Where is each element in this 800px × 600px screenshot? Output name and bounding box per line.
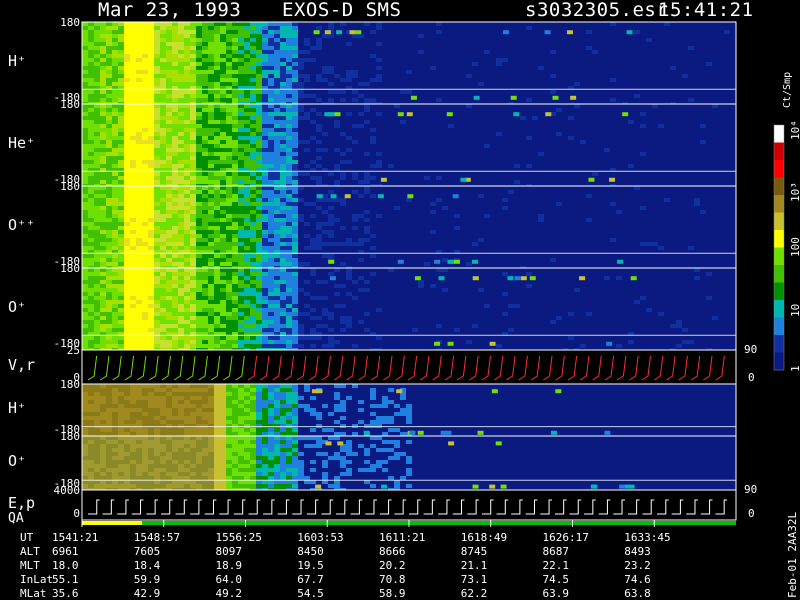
table-cell: 18.0	[52, 559, 79, 572]
colorbar-cell-11	[774, 317, 784, 336]
panel-label-7: E,p	[8, 494, 36, 512]
right-axis-bottom-7: 0	[748, 507, 755, 520]
table-row-label: MLT	[20, 559, 40, 572]
table-cell: 70.8	[379, 573, 406, 586]
table-cell: 67.7	[297, 573, 324, 586]
spectrogram-plot	[81, 21, 785, 527]
panel-label-5: H⁺	[8, 399, 27, 417]
table-cell: 1541:21	[52, 531, 99, 544]
colorbar-cell-1	[774, 142, 784, 161]
table-cell: 1556:25	[215, 531, 262, 544]
table-cell: 49.2	[215, 587, 243, 600]
table-cell: 18.9	[215, 559, 243, 572]
table-cell: 1633:45	[624, 531, 671, 544]
panel-label-3: O⁺	[8, 298, 27, 316]
table-cell: 8745	[460, 545, 488, 558]
table-cell: 6961	[52, 545, 79, 558]
table-row-label: InLat	[20, 573, 54, 586]
y-top-label-5: 180	[60, 378, 80, 391]
y-top-label-7: 4000	[53, 484, 81, 497]
colorbar-cell-4	[774, 195, 784, 213]
colorbar-cell-5	[774, 212, 784, 231]
colorbar-tick-3: 10	[789, 303, 800, 317]
spectrogram-panel-0	[82, 22, 736, 104]
table-cell: 19.5	[297, 559, 324, 572]
panel-7-frame	[81, 489, 737, 521]
table-cell: 7605	[133, 545, 161, 558]
y-top-label-3: 180	[60, 262, 80, 275]
table-cell: 22.1	[542, 559, 570, 572]
y-top-label-4: 25	[66, 344, 80, 357]
colorbar-cell-3	[774, 177, 784, 196]
table-cell: 58.9	[379, 587, 406, 600]
colorbar-cell-12	[774, 335, 784, 353]
colorbar-cell-9	[774, 282, 784, 301]
spectrogram-panel-6	[82, 436, 736, 490]
table-cell: 21.1	[460, 559, 488, 572]
table-cell: 74.6	[624, 573, 651, 586]
panel-label-2: O⁺⁺	[8, 216, 36, 234]
right-axis-top-6: 90	[744, 483, 758, 496]
colorbar-cell-13	[774, 352, 784, 371]
colorbar-cell-6	[774, 230, 784, 248]
colorbar-tick-4: 1	[789, 365, 800, 372]
panel-label-1: He⁺	[8, 134, 36, 152]
table-cell: 64.0	[215, 573, 243, 586]
table-cell: 1618:49	[460, 531, 508, 544]
right-axis-top-3: 90	[744, 343, 758, 356]
colorbar-cell-10	[774, 300, 784, 318]
qa-label: QA	[8, 511, 24, 526]
colorbar-cell-7	[774, 247, 784, 266]
table-row-label: ALT	[20, 545, 40, 558]
orbit-table: UT 1541:21 1548:57 1556:25 1603:53 1611:21 161…	[0, 528, 800, 600]
table-cell: 59.9	[133, 573, 161, 586]
colorbar-cell-8	[774, 265, 784, 283]
table-cell: 74.5	[542, 573, 570, 586]
table-cell: 8687	[542, 545, 570, 558]
table-cell: 18.4	[133, 559, 161, 572]
table-cell: 8450	[297, 545, 324, 558]
colorbar-unit-label: Ct/Smp	[782, 71, 793, 108]
y-top-label-0: 180	[60, 16, 80, 29]
y-top-label-6: 180	[60, 430, 80, 443]
colorbar-cell-0	[774, 125, 784, 143]
panel-label-0: H⁺	[8, 52, 27, 70]
table-cell: 1548:57	[133, 531, 181, 544]
spectrogram-panel-5	[82, 384, 736, 436]
table-cell: 55.1	[52, 573, 79, 586]
y-top-label-2: 180	[60, 180, 80, 193]
table-cell: 54.5	[297, 587, 324, 600]
table-cell: 1611:21	[379, 531, 426, 544]
colorbar-tick-2: 100	[789, 237, 800, 257]
right-axis-bottom-4: 0	[748, 371, 755, 384]
spectrogram-panel-1	[82, 104, 736, 186]
table-row-label: UT	[20, 531, 34, 544]
table-cell: 62.2	[460, 587, 488, 600]
panel-label-4: V,r	[8, 356, 36, 374]
table-cell: 42.9	[133, 587, 161, 600]
table-cell: 1626:17	[542, 531, 589, 544]
table-cell: 73.1	[460, 573, 488, 586]
table-cell: 1603:53	[297, 531, 344, 544]
table-cell: 8097	[215, 545, 243, 558]
y-bottom-label-7: 0	[73, 507, 80, 520]
colorbar-cell-2	[774, 160, 784, 178]
table-cell: 35.6	[52, 587, 79, 600]
panel-label-6: O⁺	[8, 452, 27, 470]
colorbar-tick-0: 10⁴	[789, 120, 800, 140]
y-top-label-1: 180	[60, 98, 80, 111]
spectrogram-panel-3	[82, 268, 736, 350]
table-cell: 8666	[379, 545, 406, 558]
table-cell: 23.2	[624, 559, 651, 572]
qa-bar-start	[82, 521, 142, 525]
table-cell: 8493	[624, 545, 651, 558]
table-cell: 63.9	[542, 587, 570, 600]
colorbar-tick-1: 10³	[789, 182, 800, 202]
table-row-label: MLat	[20, 587, 47, 600]
table-cell: 63.8	[624, 587, 651, 600]
table-cell: 20.2	[379, 559, 406, 572]
spectrogram-panel-2	[82, 186, 736, 268]
